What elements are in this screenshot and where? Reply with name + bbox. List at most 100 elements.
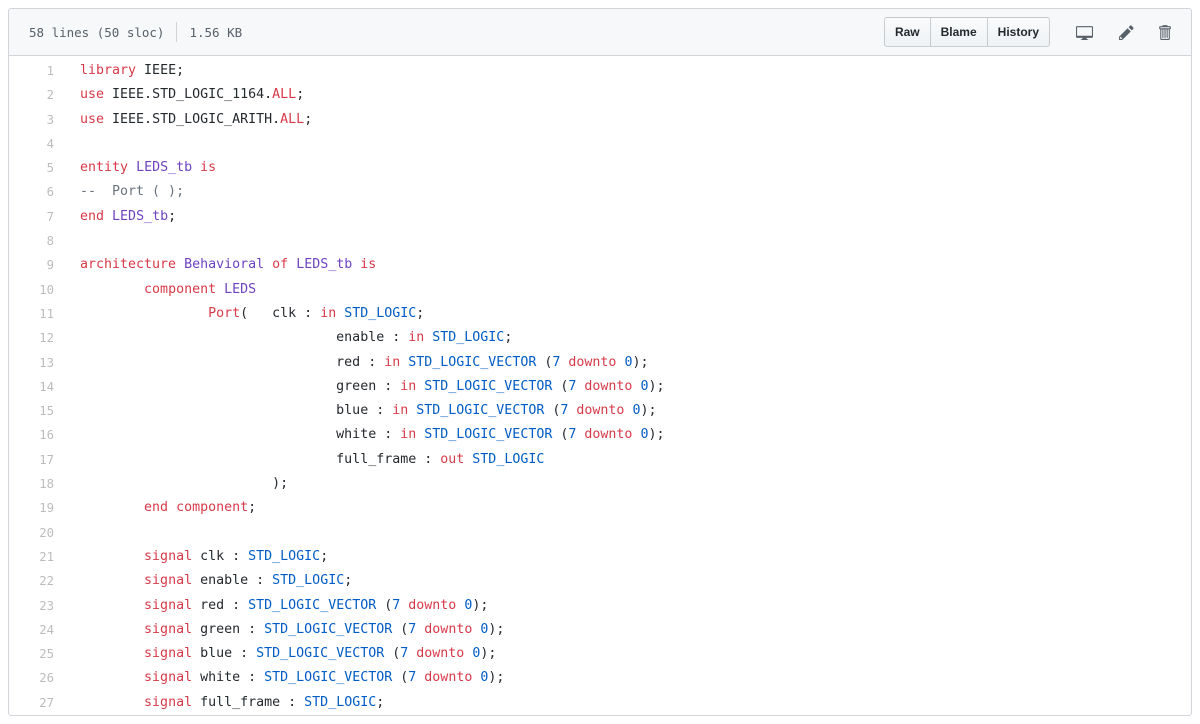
line-number[interactable]: 26 — [9, 666, 54, 690]
code-token: signal — [144, 549, 192, 564]
line-number[interactable]: 23 — [9, 594, 54, 618]
line-number[interactable]: 21 — [9, 545, 54, 569]
line-number[interactable]: 27 — [9, 691, 54, 715]
line-number[interactable]: 3 — [9, 108, 54, 132]
line-number[interactable]: 20 — [9, 521, 54, 545]
code-token: STD_LOGIC — [248, 549, 320, 564]
code-token: ; — [416, 306, 424, 321]
file-info: 58 lines (50 sloc) 1.56 KB — [29, 22, 242, 42]
code-token: STD_LOGIC — [344, 306, 416, 321]
code-token — [80, 598, 144, 613]
line-content: red : in STD_LOGIC_VECTOR (7 downto 0); — [54, 351, 648, 375]
code-line: 10 component LEDS — [9, 278, 1191, 302]
code-token: ( — [544, 403, 560, 418]
code-token: ( — [536, 355, 552, 370]
line-number[interactable]: 7 — [9, 205, 54, 229]
code-token: STD_LOGIC_VECTOR — [408, 355, 536, 370]
code-token: ; — [504, 330, 512, 345]
line-number[interactable]: 5 — [9, 156, 54, 180]
line-number[interactable]: 13 — [9, 351, 54, 375]
code-token: blue : — [80, 403, 392, 418]
code-token: ; — [296, 87, 304, 102]
code-token: ( — [392, 622, 408, 637]
code-token: ( — [384, 646, 400, 661]
code-token: library — [80, 63, 136, 78]
line-number[interactable]: 2 — [9, 83, 54, 107]
open-in-desktop-button[interactable] — [1074, 24, 1095, 41]
blame-button[interactable]: Blame — [930, 17, 988, 47]
code-token: ( — [552, 379, 568, 394]
code-line: 2use IEEE.STD_LOGIC_1164.ALL; — [9, 83, 1191, 107]
code-token: end — [80, 209, 104, 224]
edit-file-button[interactable] — [1119, 24, 1134, 41]
line-number[interactable]: 19 — [9, 496, 54, 520]
line-number[interactable]: 22 — [9, 569, 54, 593]
line-content: full_frame : out STD_LOGIC — [54, 448, 544, 472]
line-number[interactable]: 11 — [9, 302, 54, 326]
line-number[interactable]: 15 — [9, 399, 54, 423]
line-number[interactable]: 4 — [9, 132, 54, 156]
raw-button[interactable]: Raw — [884, 17, 931, 47]
code-token — [128, 160, 136, 175]
code-token: downto — [408, 598, 456, 613]
code-token — [80, 622, 144, 637]
line-content: end component; — [54, 496, 256, 520]
code-token: LEDS_tb — [112, 209, 168, 224]
line-content: use IEEE.STD_LOGIC_1164.ALL; — [54, 83, 304, 107]
code-line: 8 — [9, 229, 1191, 253]
code-token: downto — [568, 355, 616, 370]
line-number[interactable]: 24 — [9, 618, 54, 642]
code-line: 13 red : in STD_LOGIC_VECTOR (7 downto 0… — [9, 351, 1191, 375]
code-token: green : — [192, 622, 264, 637]
file-box: 58 lines (50 sloc) 1.56 KB Raw Blame His… — [8, 8, 1192, 716]
code-line: 11 Port( clk : in STD_LOGIC; — [9, 302, 1191, 326]
file-info-divider — [176, 22, 177, 42]
line-number[interactable]: 17 — [9, 448, 54, 472]
code-token: Behavioral — [184, 257, 264, 272]
line-number[interactable]: 8 — [9, 229, 54, 253]
line-number[interactable]: 6 — [9, 180, 54, 204]
line-number[interactable]: 12 — [9, 326, 54, 350]
code-token: ALL — [272, 87, 296, 102]
code-token — [216, 282, 224, 297]
line-content: enable : in STD_LOGIC; — [54, 326, 512, 350]
code-token: ); — [80, 476, 288, 491]
code-token: IEEE.STD_LOGIC_ARITH. — [104, 112, 280, 127]
line-number[interactable]: 9 — [9, 253, 54, 277]
line-number[interactable]: 1 — [9, 59, 54, 83]
code-token: signal — [144, 573, 192, 588]
code-token — [104, 209, 112, 224]
code-view: 1library IEEE;2use IEEE.STD_LOGIC_1164.A… — [9, 56, 1191, 715]
code-line: 9architecture Behavioral of LEDS_tb is — [9, 253, 1191, 277]
code-token: STD_LOGIC_VECTOR — [264, 622, 392, 637]
code-line: 15 blue : in STD_LOGIC_VECTOR (7 downto … — [9, 399, 1191, 423]
code-token: ); — [472, 598, 488, 613]
code-line: 24 signal green : STD_LOGIC_VECTOR (7 do… — [9, 618, 1191, 642]
line-number[interactable]: 10 — [9, 278, 54, 302]
line-content: signal red : STD_LOGIC_VECTOR (7 downto … — [54, 594, 488, 618]
delete-file-button[interactable] — [1158, 24, 1171, 41]
line-number[interactable]: 16 — [9, 423, 54, 447]
code-token: ); — [648, 427, 664, 442]
code-token: red : — [192, 598, 248, 613]
pencil-icon — [1119, 24, 1134, 41]
line-number[interactable]: 25 — [9, 642, 54, 666]
code-token: STD_LOGIC_VECTOR — [416, 403, 544, 418]
code-token: STD_LOGIC — [272, 573, 344, 588]
code-line: 1library IEEE; — [9, 59, 1191, 83]
line-number[interactable]: 18 — [9, 472, 54, 496]
code-token: ; — [304, 112, 312, 127]
code-token — [264, 257, 272, 272]
line-content: end LEDS_tb; — [54, 205, 176, 229]
line-number[interactable]: 14 — [9, 375, 54, 399]
code-token: signal — [144, 670, 192, 685]
code-token: LEDS_tb — [296, 257, 352, 272]
code-token: downto — [424, 622, 472, 637]
code-line: 12 enable : in STD_LOGIC; — [9, 326, 1191, 350]
code-line: 7end LEDS_tb; — [9, 205, 1191, 229]
code-token — [80, 306, 208, 321]
code-token: in — [320, 306, 336, 321]
code-token: ( — [552, 427, 568, 442]
history-button[interactable]: History — [987, 17, 1050, 47]
code-token: STD_LOGIC_VECTOR — [424, 379, 552, 394]
